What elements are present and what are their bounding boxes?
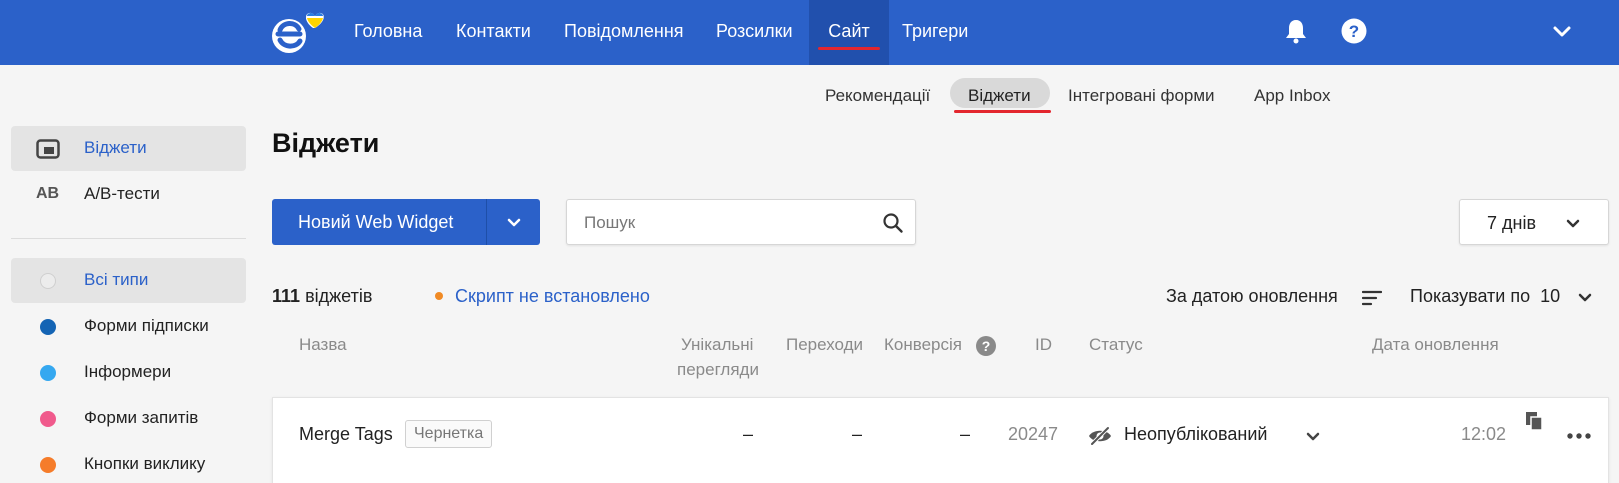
script-not-installed-link[interactable]: Скрипт не встановлено (455, 286, 650, 307)
sidebar-divider (11, 238, 246, 239)
help-icon[interactable]: ? (1340, 17, 1368, 45)
request-form-dot-icon (40, 411, 56, 427)
subnav-app-inbox[interactable]: App Inbox (1254, 82, 1331, 110)
nav-site[interactable]: Сайт (809, 0, 889, 65)
bell-icon[interactable] (1282, 17, 1310, 45)
column-header-status[interactable]: Статус (1089, 333, 1143, 357)
nav-contacts[interactable]: Контакти (456, 0, 531, 65)
button-divider (486, 199, 487, 245)
period-select-value: 7 днів (1487, 213, 1537, 233)
per-page-value: 10 (1540, 286, 1561, 306)
top-navbar: Головна Контакти Повідомлення Розсилки С… (0, 0, 1619, 65)
clicks-value: – (852, 424, 863, 444)
sort-select[interactable]: За датою оновлення (1166, 286, 1338, 307)
search-input[interactable] (584, 211, 864, 235)
column-header-name[interactable]: Назва (299, 333, 347, 357)
updated-time-value: 12:02 (1461, 424, 1507, 444)
chevron-down-icon (1566, 219, 1580, 228)
unique-views-value: – (743, 424, 754, 444)
more-options-icon[interactable] (1565, 426, 1593, 446)
page-title: Віджети (272, 128, 380, 158)
widget-name[interactable]: Merge Tags (299, 424, 393, 445)
table-row[interactable]: Merge Tags Чернетка – – – 20247 Неопублі… (272, 397, 1609, 483)
search-icon[interactable] (882, 212, 904, 234)
sidebar-type-all[interactable]: Всі типи (11, 258, 246, 303)
informer-dot-icon (40, 365, 56, 381)
sort-lines-icon[interactable] (1362, 289, 1382, 307)
subnav-recommendations[interactable]: Рекомендації (825, 82, 930, 110)
column-header-id[interactable]: ID (1035, 333, 1052, 357)
search-box (566, 199, 916, 245)
per-page-label: Показувати по (1410, 286, 1531, 306)
svg-text:?: ? (1349, 22, 1359, 41)
nav-triggers[interactable]: Тригери (902, 0, 968, 65)
eye-off-icon (1089, 426, 1111, 446)
new-widget-button[interactable]: Новий Web Widget (272, 199, 540, 245)
chevron-down-icon (507, 218, 521, 227)
sidebar-type-request-forms[interactable]: Форми запитів (11, 396, 246, 441)
esputnik-logo-icon[interactable] (269, 8, 329, 56)
new-widget-button-label: Новий Web Widget (298, 212, 454, 232)
per-page-select[interactable]: Показувати по 10 (1410, 286, 1560, 307)
nav-messages[interactable]: Повідомлення (564, 0, 684, 65)
column-header-conversion[interactable]: Конверсія (884, 333, 962, 357)
sidebar-item-label: Інформери (84, 362, 172, 381)
column-header-updated[interactable]: Дата оновлення (1372, 333, 1499, 357)
call-button-dot-icon (40, 457, 56, 473)
widget-count-suffix: віджетів (305, 286, 373, 306)
sidebar-item-label: Всі типи (84, 270, 149, 289)
ab-icon: AB (36, 185, 60, 202)
chevron-down-icon[interactable] (1575, 287, 1595, 307)
sidebar-item-ab-tests[interactable]: AB A/B-тести (11, 172, 246, 217)
conversion-value: – (960, 424, 971, 444)
sidebar-item-label: Форми запитів (84, 408, 199, 427)
nav-campaigns[interactable]: Розсилки (716, 0, 793, 65)
widget-count: 111 віджетів (272, 286, 372, 307)
subnav-active-underline (954, 110, 1051, 113)
sidebar-item-label: Віджети (84, 138, 147, 157)
sidebar-type-subscription-forms[interactable]: Форми підписки (11, 304, 246, 349)
nav-active-underline (818, 47, 880, 50)
status-badge: Чернетка (405, 420, 493, 448)
all-types-dot-icon (40, 273, 56, 289)
new-widget-dropdown-button[interactable] (488, 199, 540, 245)
warning-dot-icon (435, 292, 443, 300)
sidebar-item-label: Форми підписки (84, 316, 209, 335)
subscription-dot-icon (40, 319, 56, 335)
period-select[interactable]: 7 днів (1459, 199, 1609, 245)
chevron-down-icon[interactable] (1548, 17, 1576, 45)
sidebar-type-informers[interactable]: Інформери (11, 350, 246, 395)
publish-status-value[interactable]: Неопублікований (1124, 424, 1267, 445)
widget-id-value: 20247 (1008, 424, 1059, 444)
widget-icon (36, 139, 60, 159)
sidebar-item-label: A/B-тести (84, 184, 160, 203)
conversion-help-icon[interactable]: ? (976, 336, 996, 356)
copy-icon[interactable] (1524, 410, 1544, 432)
sidebar-type-call-buttons[interactable]: Кнопки виклику (11, 442, 246, 483)
subnav-widgets[interactable]: Віджети (968, 82, 1031, 110)
column-header-clicks[interactable]: Переходи (786, 333, 863, 357)
column-header-unique-views-line2[interactable]: перегляди (677, 358, 759, 382)
sidebar-item-widgets[interactable]: Віджети (11, 126, 246, 171)
chevron-down-icon[interactable] (1303, 426, 1323, 446)
column-header-unique-views-line1[interactable]: Унікальні (681, 333, 753, 357)
nav-home[interactable]: Головна (354, 0, 422, 65)
sidebar-item-label: Кнопки виклику (84, 454, 206, 473)
widget-count-number: 111 (272, 286, 301, 306)
subnav-integrated-forms[interactable]: Інтегровані форми (1068, 82, 1215, 110)
